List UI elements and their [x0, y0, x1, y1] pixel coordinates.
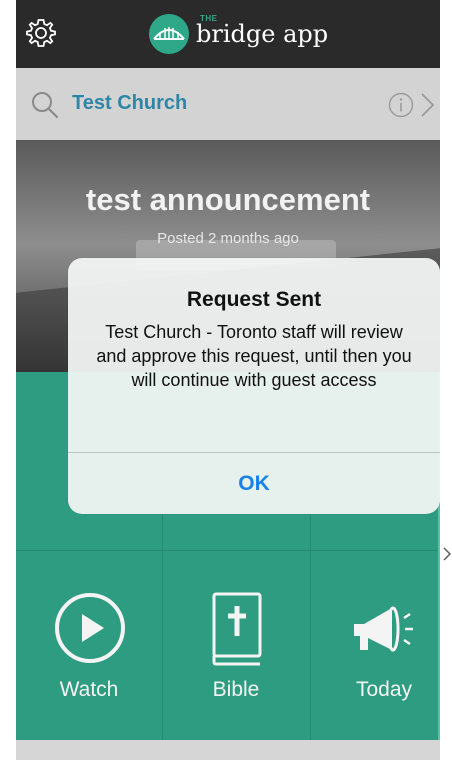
tile-today[interactable]: Today [311, 550, 440, 740]
brand-name: bridge app [196, 20, 329, 48]
brand-prefix: THE [200, 14, 218, 23]
tile-label-today: Today [355, 678, 413, 701]
tile-watch[interactable]: Watch [16, 550, 162, 740]
bottom-bar [16, 740, 440, 760]
ok-button[interactable]: OK [68, 453, 440, 514]
chevron-right-icon[interactable] [418, 90, 438, 120]
brand-wordmark: THE bridge app [196, 14, 329, 48]
dialog-message: Test Church - Toronto staff will review … [96, 322, 412, 390]
chevron-right-icon[interactable] [442, 546, 452, 562]
church-search-bar[interactable]: Test Church [16, 68, 440, 140]
dialog-title: Request Sent [186, 288, 322, 311]
church-name[interactable]: Test Church [72, 92, 187, 115]
play-circle-icon [53, 590, 127, 668]
tile-label-bible: Bible [212, 678, 260, 701]
info-icon[interactable] [388, 92, 414, 118]
gear-icon[interactable] [24, 16, 58, 50]
app-screen: THE bridge app Test Church test announce… [16, 0, 440, 760]
brand-logo: THE bridge app [148, 12, 328, 56]
request-sent-dialog: Request Sent Test Church - Toronto staff… [68, 258, 440, 514]
tile-label-watch: Watch [59, 678, 119, 701]
megaphone-icon [348, 590, 422, 668]
announcement-title: test announcement [85, 182, 371, 217]
top-bar: THE bridge app [16, 0, 440, 68]
search-icon[interactable] [30, 90, 60, 120]
bridge-logo-icon [148, 13, 190, 55]
bible-icon [200, 590, 274, 668]
announcement-posted: Posted 2 months ago [157, 230, 299, 247]
tile-bible[interactable]: Bible [163, 550, 309, 740]
